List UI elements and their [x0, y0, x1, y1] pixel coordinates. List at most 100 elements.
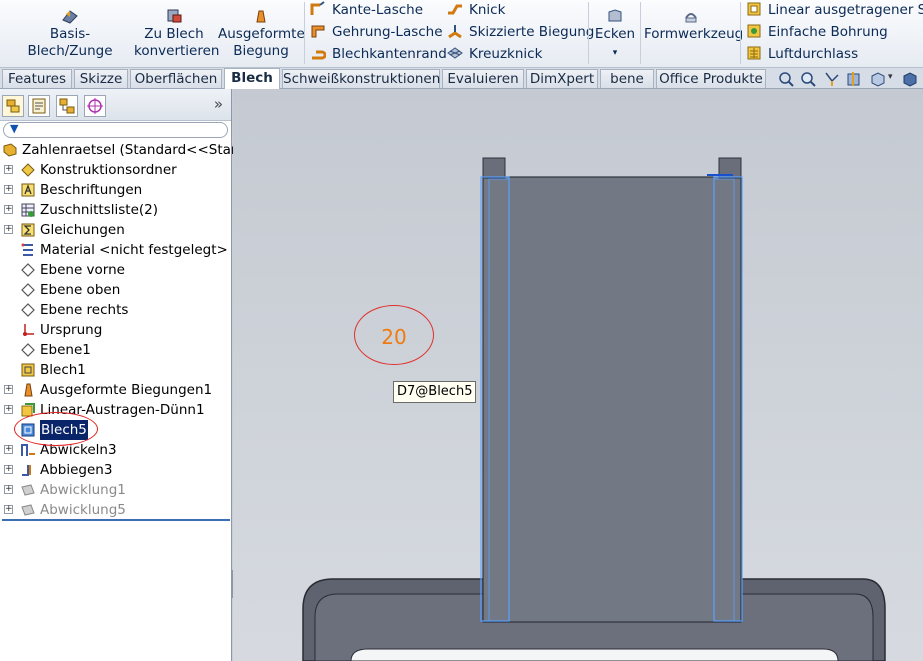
ausgeformte-line2: Biegung	[233, 43, 289, 59]
linear-ausgetragener-label: Linear ausgetragener Sch	[768, 2, 923, 18]
ausgeformte-biegung-button[interactable]: Ausgeformte Biegung	[218, 0, 305, 60]
kreuzknick-label: Kreuzknick	[469, 46, 543, 62]
origin-icon	[23, 324, 34, 336]
expand-toggle[interactable]: +	[4, 485, 13, 494]
command-manager-ribbon: Basis-Blech/Zunge Zu Blech konvertieren …	[0, 0, 923, 68]
zoom-to-fit-icon[interactable]	[778, 71, 794, 87]
tree-item-material[interactable]: Material <nicht festgelegt>	[0, 240, 230, 260]
tree-item-label: Konstruktionsordner	[40, 162, 177, 178]
view-orientation-icon[interactable]	[870, 71, 886, 87]
tab-blech[interactable]: Blech	[224, 68, 280, 89]
tree-item-ursprung[interactable]: Ursprung	[0, 320, 230, 340]
expand-toggle[interactable]: +	[4, 405, 13, 414]
plane-icon	[21, 283, 35, 297]
gehrung-lasche-label: Gehrung-Lasche	[332, 24, 443, 40]
tree-item-ebene1[interactable]: Ebene1	[0, 340, 230, 360]
kante-lasche-button[interactable]: Kante-Lasche	[310, 0, 423, 22]
tree-item-abwicklung1[interactable]: + Abwicklung1	[0, 480, 230, 500]
kreuzknick-button[interactable]: Kreuzknick	[447, 44, 542, 66]
zoom-area-icon[interactable]	[800, 71, 816, 87]
fold-icon	[22, 465, 31, 476]
tree-item-ebene-vorne[interactable]: Ebene vorne	[0, 260, 230, 280]
display-style-icon[interactable]	[902, 71, 918, 87]
tree-item-label: Ebene vorne	[40, 262, 125, 278]
tab-office-produkte[interactable]: Office Produkte	[656, 69, 766, 88]
panel-expand-icon[interactable]: »	[214, 95, 223, 113]
knick-label: Knick	[469, 2, 506, 18]
ribbon-separator	[640, 2, 641, 64]
tree-item-ebene-oben[interactable]: Ebene oben	[0, 280, 230, 300]
tree-item-abwicklung5[interactable]: + Abwicklung5	[0, 500, 230, 520]
knick-button[interactable]: Knick	[447, 0, 505, 22]
tree-item-label: Gleichungen	[40, 222, 125, 238]
dimxpert-manager-tab[interactable]	[84, 95, 106, 117]
tree-item-ebene-rechts[interactable]: Ebene rechts	[0, 300, 230, 320]
gehrung-lasche-button[interactable]: Gehrung-Lasche	[310, 22, 443, 44]
plane-icon	[21, 343, 35, 357]
ecken-dropdown-icon[interactable]: ▾	[613, 48, 618, 58]
linear-ausgetragener-schnitt-button[interactable]: Linear ausgetragener Sch	[746, 0, 923, 22]
luftdurchlass-button[interactable]: Luftdurchlass	[746, 44, 858, 66]
corners-icon	[608, 9, 622, 22]
skizzierte-biegung-label: Skizzierte Biegung	[469, 24, 595, 40]
expand-toggle[interactable]: +	[4, 165, 13, 174]
tree-item-beschriftungen[interactable]: + Beschriftungen	[0, 180, 230, 200]
feature-filter-input[interactable]: ▼	[3, 122, 228, 138]
luftdurchlass-label: Luftdurchlass	[768, 46, 859, 62]
rollback-bar[interactable]	[2, 519, 230, 521]
tree-item-gleichungen[interactable]: + Gleichungen	[0, 220, 230, 240]
left-tab	[482, 157, 506, 179]
ecken-button[interactable]: Ecken ▾	[592, 0, 638, 62]
basis-blech-zunge-button[interactable]: Basis-Blech/Zunge	[8, 0, 132, 60]
view-orientation-dropdown-icon[interactable]: ▾	[888, 72, 893, 82]
expand-toggle[interactable]: +	[4, 225, 13, 234]
plane-icon	[21, 263, 35, 277]
equations-icon	[21, 223, 35, 237]
convert-to-sheetmetal-icon	[167, 9, 182, 23]
dimension-value[interactable]: 20	[354, 325, 434, 349]
tree-item-abbiegen3[interactable]: + Abbiegen3	[0, 460, 230, 480]
dimxpert-target-icon	[87, 98, 103, 114]
tree-item-ausgeformte-biegungen1[interactable]: + Ausgeformte Biegungen1	[0, 380, 230, 400]
tab-dimxpert[interactable]: DimXpert	[526, 69, 598, 88]
graphics-viewport[interactable]: 20 D7@Blech5	[233, 89, 923, 661]
tree-item-konstruktionsordner[interactable]: + Konstruktionsordner	[0, 160, 230, 180]
command-manager-tabs: Features Skizze Oberflächen Blech Schwei…	[0, 68, 923, 89]
skizzierte-biegung-button[interactable]: Skizzierte Biegung	[447, 22, 594, 44]
expand-toggle[interactable]: +	[4, 185, 13, 194]
base-flange-icon	[62, 10, 78, 24]
property-manager-tab[interactable]	[28, 95, 50, 117]
tab-evaluieren[interactable]: Evaluieren	[442, 69, 524, 88]
expand-toggle[interactable]: +	[4, 465, 13, 474]
tree-item-zuschnittsliste[interactable]: + Zuschnittsliste(2)	[0, 200, 230, 220]
expand-toggle[interactable]: +	[4, 445, 13, 454]
tab-skizze[interactable]: Skizze	[74, 69, 128, 88]
blechkantenrand-button[interactable]: Blechkantenrand	[310, 44, 447, 66]
expand-toggle[interactable]: +	[4, 505, 13, 514]
section-view-icon[interactable]	[846, 71, 862, 87]
zu-blech-konvertieren-button[interactable]: Zu Blech konvertieren	[134, 0, 219, 60]
expand-toggle[interactable]: +	[4, 205, 13, 214]
miter-flange-icon	[311, 25, 325, 38]
unfold-icon	[21, 444, 35, 456]
expand-toggle[interactable]: +	[4, 385, 13, 394]
lofted-bend-icon	[256, 10, 266, 23]
lofted-bend-icon	[24, 383, 33, 397]
tab-oberflaechen[interactable]: Oberflächen	[130, 69, 222, 88]
extruded-cut-icon	[747, 2, 761, 16]
filter-icon: ▼	[10, 122, 19, 135]
tree-root-part[interactable]: Zahlenraetsel (Standard<<Standa	[0, 140, 256, 160]
tree-item-blech1[interactable]: Blech1	[0, 360, 230, 380]
formwerkzeug-button[interactable]: Formwerkzeug	[644, 0, 743, 43]
tab-bene[interactable]: bene	[600, 69, 654, 88]
einfache-bohrung-button[interactable]: Einfache Bohrung	[746, 22, 888, 44]
zu-blech-line1: Zu Blech	[144, 26, 204, 42]
tab-features[interactable]: Features	[2, 69, 72, 88]
tree-item-label: Blech1	[40, 362, 86, 378]
previous-view-icon[interactable]	[824, 71, 840, 87]
ausgeformte-line1: Ausgeformte	[218, 26, 305, 42]
feature-manager-tab[interactable]	[2, 95, 24, 117]
ribbon-separator	[740, 2, 741, 64]
tab-schweisskonstruktionen[interactable]: Schweißkonstruktionen	[282, 69, 440, 88]
configuration-manager-tab[interactable]	[56, 95, 78, 117]
